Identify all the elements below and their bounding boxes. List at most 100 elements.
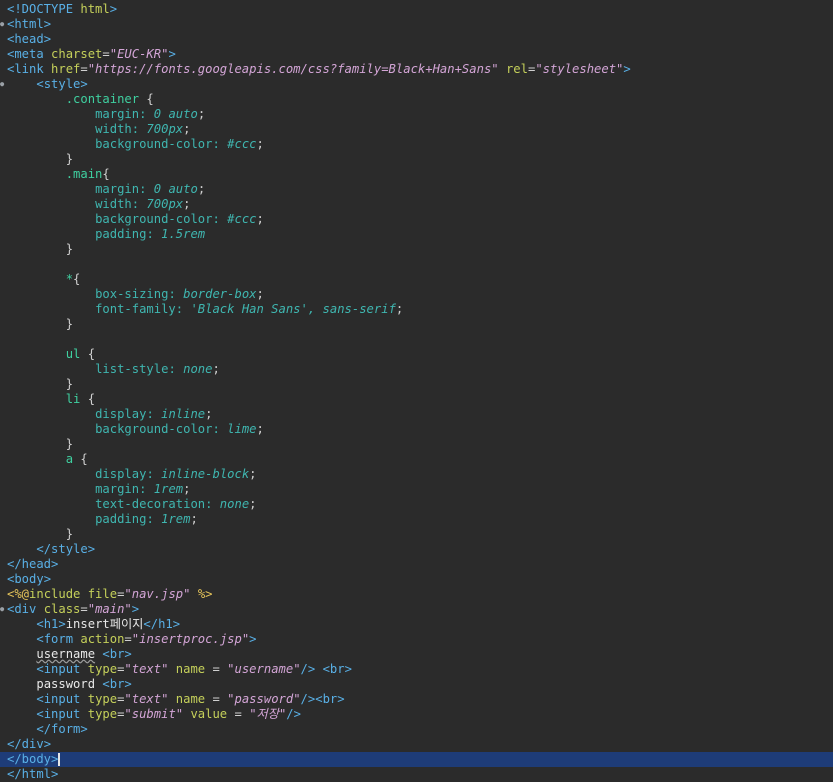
code-line-text: </div> [7,737,52,751]
code-line-text: </form> [36,722,88,736]
code-line[interactable]: username <br> [0,647,833,662]
code-line[interactable]: <head> [0,32,833,47]
code-editor[interactable]: <!DOCTYPE html> ● <html> <head> <meta charse… [0,0,833,781]
code-line[interactable]: </style> [0,542,833,557]
code-line[interactable]: <%@include file="nav.jsp" %> [0,587,833,602]
code-line-text: padding: 1rem; [95,512,198,526]
code-line[interactable]: padding: 1rem; [0,512,833,527]
fold-toggle-icon[interactable]: ● [0,20,5,29]
code-line-text: } [65,242,74,256]
code-line-text: display: inline; [95,407,213,421]
code-line[interactable]: <input type="submit" value = "저장"/> [0,707,833,722]
code-line-text: </style> [36,542,96,556]
code-line[interactable]: margin: 0 auto; [0,182,833,197]
code-line[interactable]: width: 700px; [0,122,833,137]
code-line[interactable]: </head> [0,557,833,572]
code-line[interactable]: } [0,377,833,392]
code-line-text: display: inline-block; [95,467,257,481]
code-line-text: .main{ [65,167,110,181]
code-line[interactable]: ● <html> [0,17,833,32]
code-line[interactable]: .main{ [0,167,833,182]
code-line-text: } [65,317,74,331]
code-line-text: <form action="insertproc.jsp"> [36,632,257,646]
code-line-text: background-color: #ccc; [95,212,264,226]
code-line-text: username <br> [36,647,132,661]
code-line-text: list-style: none; [95,362,220,376]
code-line-text: </body> [7,752,59,766]
code-line-text: background-color: #ccc; [95,137,264,151]
code-line[interactable]: .container { [0,92,833,107]
code-line[interactable]: margin: 0 auto; [0,107,833,122]
code-line[interactable]: li { [0,392,833,407]
code-line[interactable]: } [0,437,833,452]
code-line-text: password <br> [36,677,132,691]
code-line-text: padding: 1.5rem [95,227,206,241]
code-line-text: </head> [7,557,59,571]
code-line[interactable]: </body> [0,752,833,767]
code-line[interactable]: <input type="text" name = "password"/><b… [0,692,833,707]
fold-toggle-icon[interactable]: ● [0,80,5,89]
code-line-text: margin: 0 auto; [95,107,206,121]
code-line[interactable]: *{ [0,272,833,287]
code-line[interactable]: background-color: #ccc; [0,137,833,152]
code-line-text: <input type="text" name = "username"/> <… [36,662,352,676]
code-line[interactable]: } [0,242,833,257]
code-line-text: width: 700px; [95,197,191,211]
code-line-text: <html> [7,17,52,31]
code-line-text: <head> [7,32,52,46]
text-caret [58,753,60,766]
code-line-text: *{ [65,272,81,286]
code-line-text: </html> [7,767,59,781]
code-line-text: } [65,377,74,391]
code-line-text: a { [65,452,88,466]
code-line-text: <meta charset="EUC-KR"> [7,47,176,61]
code-line-text: <body> [7,572,52,586]
code-line[interactable]: background-color: #ccc; [0,212,833,227]
code-line-text: background-color: lime; [95,422,264,436]
code-line[interactable]: ul { [0,347,833,362]
code-line[interactable]: <h1>insert페이지</h1> [0,617,833,632]
code-line[interactable]: ● <div class="main"> [0,602,833,617]
code-line[interactable]: } [0,317,833,332]
code-line[interactable]: ● <style> [0,77,833,92]
code-line-text: } [65,527,74,541]
code-line-text: box-sizing: border-box; [95,287,264,301]
code-line-text: <!DOCTYPE html> [7,2,118,16]
code-line-text: ul { [65,347,96,361]
code-line[interactable]: margin: 1rem; [0,482,833,497]
code-line[interactable]: </form> [0,722,833,737]
code-line-text: <h1>insert페이지</h1> [36,617,181,631]
code-line[interactable]: box-sizing: border-box; [0,287,833,302]
code-line[interactable]: } [0,527,833,542]
code-line[interactable]: <meta charset="EUC-KR"> [0,47,833,62]
code-line-text: font-family: 'Black Han Sans', sans-seri… [95,302,404,316]
code-line-text: li { [65,392,96,406]
code-line[interactable]: <link href="https://fonts.googleapis.com… [0,62,833,77]
code-line[interactable]: } [0,152,833,167]
code-line[interactable] [0,257,833,272]
code-line[interactable]: <body> [0,572,833,587]
code-line[interactable]: <!DOCTYPE html> [0,2,833,17]
code-line-text: text-decoration: none; [95,497,257,511]
code-line[interactable]: a { [0,452,833,467]
code-line[interactable]: <form action="insertproc.jsp"> [0,632,833,647]
code-line[interactable]: font-family: 'Black Han Sans', sans-seri… [0,302,833,317]
code-line[interactable]: display: inline-block; [0,467,833,482]
code-line[interactable]: text-decoration: none; [0,497,833,512]
code-line[interactable]: padding: 1.5rem [0,227,833,242]
code-line[interactable] [0,332,833,347]
code-line[interactable]: background-color: lime; [0,422,833,437]
code-line-text: <input type="submit" value = "저장"/> [36,707,301,721]
code-line-text: <link href="https://fonts.googleapis.com… [7,62,631,76]
code-line[interactable]: list-style: none; [0,362,833,377]
code-line-text: <style> [36,77,88,91]
code-line[interactable]: </html> [0,767,833,782]
code-line[interactable]: display: inline; [0,407,833,422]
code-line[interactable]: <input type="text" name = "username"/> <… [0,662,833,677]
fold-toggle-icon[interactable]: ● [0,605,5,614]
code-line-text: .container { [65,92,154,106]
code-line[interactable]: password <br> [0,677,833,692]
code-line[interactable]: </div> [0,737,833,752]
code-line[interactable]: width: 700px; [0,197,833,212]
code-line-text: margin: 1rem; [95,482,191,496]
